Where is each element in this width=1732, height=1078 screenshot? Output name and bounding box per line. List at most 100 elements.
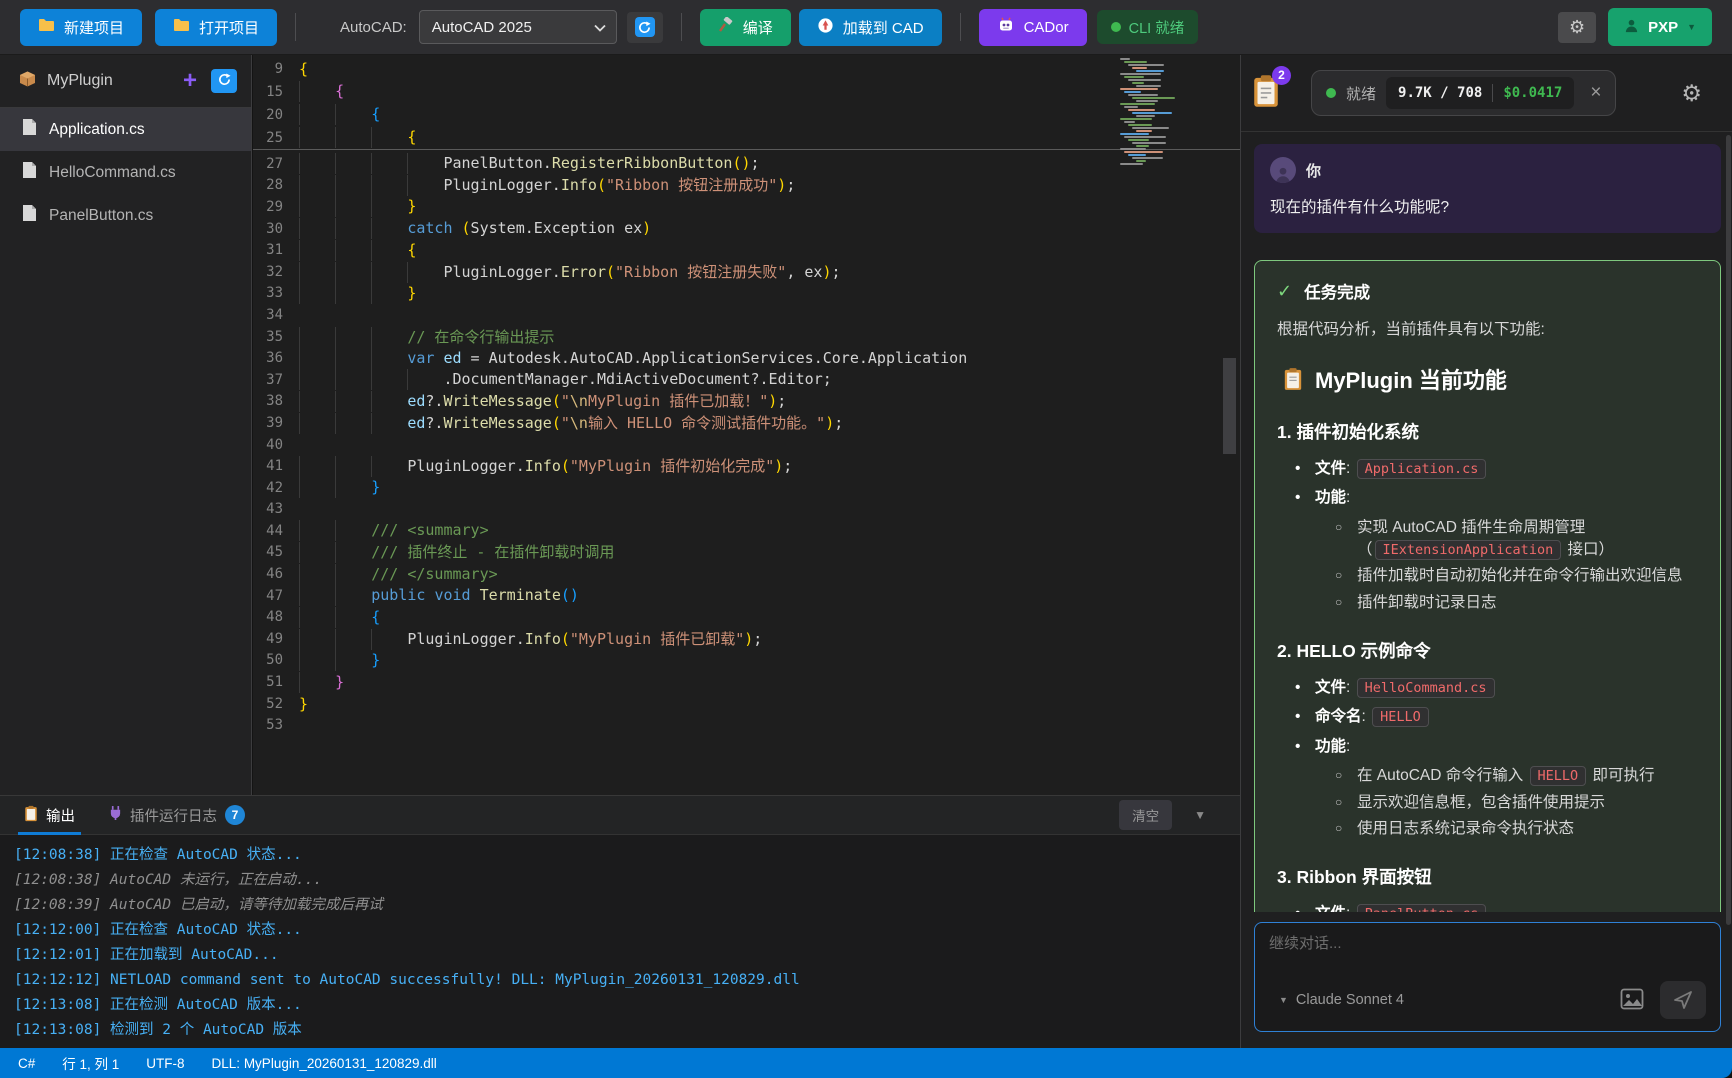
status-cursor-position: 行 1, 列 1 xyxy=(62,1053,119,1073)
project-header: MyPlugin + xyxy=(0,55,251,107)
model-selector[interactable]: ▼ Claude Sonnet 4 xyxy=(1279,992,1404,1008)
log-line: [12:13:08] 正在检测 AutoCAD 版本... xyxy=(14,993,1240,1018)
autocad-version-value: AutoCAD 2025 xyxy=(432,19,532,36)
open-project-button[interactable]: 打开项目 xyxy=(155,9,277,46)
file-list: Application.cs HelloCommand.csPanelButton… xyxy=(0,108,251,237)
result-heading: MyPlugin 当前功能 xyxy=(1283,363,1698,395)
line-number: 15 xyxy=(253,84,299,100)
refresh-icon xyxy=(635,17,655,37)
line-number: 20 xyxy=(253,107,299,123)
log-line: [12:13:08] 检测到 2 个 AutoCAD 版本 xyxy=(14,1018,1240,1043)
sub-bullet-item: ○显示欢迎信息框，包含插件使用提示 xyxy=(1335,792,1698,814)
account-label: PXP xyxy=(1648,19,1678,36)
editor-scrollbar[interactable] xyxy=(1223,358,1236,454)
code-editor[interactable]: 9{15{20{25{ 27PanelButton.RegisterRibbon… xyxy=(253,55,1240,795)
result-heading-text: MyPlugin 当前功能 xyxy=(1315,363,1507,395)
line-number: 35 xyxy=(253,329,299,345)
ai-chat-panel: 2 就绪 9.7K / 708 $0.0417 × ⚙ 你 现在的插件有什么功能… xyxy=(1240,55,1732,1048)
bullet-item: •文件: PanelButton.cs xyxy=(1295,903,1698,912)
line-number: 29 xyxy=(253,199,299,215)
log-line: [12:08:39] AutoCAD 已启动，请等待加载完成后再试 xyxy=(14,893,1240,918)
send-button[interactable] xyxy=(1660,981,1706,1019)
line-number: 53 xyxy=(253,717,299,733)
line-number: 9 xyxy=(253,61,299,77)
clear-output-button[interactable]: 清空 xyxy=(1119,800,1172,830)
log-line: [12:12:01] 正在加载到 AutoCAD... xyxy=(14,943,1240,968)
file-item-application-cs[interactable]: Application.cs xyxy=(0,108,251,151)
file-icon xyxy=(22,118,37,141)
code-line: 30catch (System.Exception ex) xyxy=(253,218,1240,240)
output-tabs: 输出插件运行日志7 xyxy=(14,795,255,835)
account-button[interactable]: PXP ▼ xyxy=(1608,8,1712,46)
context-files-button[interactable]: 2 xyxy=(1251,74,1281,113)
line-number: 39 xyxy=(253,415,299,431)
cli-status-dot-icon xyxy=(1111,22,1121,32)
code-line: 25{ xyxy=(253,126,1240,149)
chat-messages[interactable]: 你 现在的插件有什么功能呢? ✓ 任务完成 根据代码分析，当前插件具有以下功能:… xyxy=(1241,132,1732,912)
code-line: 27PanelButton.RegisterRibbonButton(); xyxy=(253,153,1240,175)
line-number: 48 xyxy=(253,609,299,625)
code-chip: Application.cs xyxy=(1357,459,1487,479)
image-icon xyxy=(1620,988,1644,1010)
code-chip: HelloCommand.cs xyxy=(1357,678,1495,698)
code-line: 46/// </summary> xyxy=(253,563,1240,585)
file-item-hellocommand-cs[interactable]: HelloCommand.cs xyxy=(0,151,251,194)
compile-button[interactable]: 编译 xyxy=(700,9,791,46)
tab-plugin-log[interactable]: 插件运行日志7 xyxy=(99,795,255,835)
line-number: 36 xyxy=(253,350,299,366)
task-complete-title: 任务完成 xyxy=(1304,279,1370,303)
new-project-button[interactable]: 新建项目 xyxy=(20,9,142,46)
tab-label: 插件运行日志 xyxy=(130,805,217,826)
line-number: 46 xyxy=(253,566,299,582)
sync-files-button[interactable] xyxy=(211,69,237,93)
plug-icon xyxy=(109,805,122,825)
code-line: 47public void Terminate() xyxy=(253,585,1240,607)
code-line: 34 xyxy=(253,304,1240,326)
load-to-cad-button[interactable]: 加载到 CAD xyxy=(799,9,942,46)
result-intro: 根据代码分析，当前插件具有以下功能: xyxy=(1277,317,1698,339)
close-session-button[interactable]: × xyxy=(1590,82,1601,104)
minimap[interactable] xyxy=(1120,58,1214,168)
autocad-version-select[interactable]: AutoCAD 2025 xyxy=(419,10,617,44)
sub-bullet-item: ○使用日志系统记录命令执行状态 xyxy=(1335,818,1698,840)
output-header: 输出插件运行日志7 清空 ▼ xyxy=(0,795,1240,835)
load-icon xyxy=(817,17,834,38)
code-line: 40 xyxy=(253,434,1240,456)
cli-status-label: CLI 就绪 xyxy=(1129,17,1185,38)
file-icon xyxy=(22,204,37,227)
compile-label: 编译 xyxy=(743,17,773,38)
robot-icon xyxy=(997,17,1015,37)
folder-icon xyxy=(38,18,55,36)
code-line: 9{ xyxy=(253,57,1240,80)
ready-dot-icon xyxy=(1326,88,1336,98)
assistant-result-card: ✓ 任务完成 根据代码分析，当前插件具有以下功能: MyPlugin 当前功能 … xyxy=(1254,260,1721,912)
output-log: [12:08:38] 正在检查 AutoCAD 状态...[12:08:38] … xyxy=(0,835,1240,1043)
output-panel: 输出插件运行日志7 清空 ▼ [12:08:38] 正在检查 AutoCAD 状… xyxy=(0,795,1240,1048)
code-line: 31{ xyxy=(253,239,1240,261)
chat-settings-button[interactable]: ⚙ xyxy=(1681,80,1702,107)
refresh-versions-button[interactable] xyxy=(627,12,663,43)
code-line: 44/// <summary> xyxy=(253,520,1240,542)
attach-image-button[interactable] xyxy=(1616,984,1648,1017)
tab-output[interactable]: 输出 xyxy=(14,795,85,835)
chat-scrollbar[interactable] xyxy=(1726,135,1731,925)
status-dll-path: DLL: MyPlugin_20260131_120829.dll xyxy=(212,1056,437,1071)
add-file-button[interactable]: + xyxy=(175,67,205,95)
line-number: 40 xyxy=(253,437,299,453)
sticky-scroll-lines: 9{15{20{25{ xyxy=(253,55,1240,150)
line-number: 52 xyxy=(253,696,299,712)
code-line: 35// 在命令行输出提示 xyxy=(253,326,1240,348)
cador-button[interactable]: CADor xyxy=(979,9,1087,46)
log-line: [12:08:38] 正在检查 AutoCAD 状态... xyxy=(14,843,1240,868)
code-line: 52} xyxy=(253,693,1240,715)
file-name: Application.cs xyxy=(49,121,145,139)
cador-label: CADor xyxy=(1024,19,1069,36)
collapse-panel-icon[interactable]: ▼ xyxy=(1194,808,1206,822)
line-number: 47 xyxy=(253,588,299,604)
cli-status-badge: CLI 就绪 xyxy=(1097,10,1199,44)
file-item-panelbutton-cs[interactable]: PanelButton.cs xyxy=(0,194,251,237)
chat-input[interactable] xyxy=(1269,935,1706,952)
settings-button[interactable]: ⚙ xyxy=(1558,12,1596,43)
context-count-badge: 2 xyxy=(1272,66,1291,85)
code-line: 48{ xyxy=(253,606,1240,628)
